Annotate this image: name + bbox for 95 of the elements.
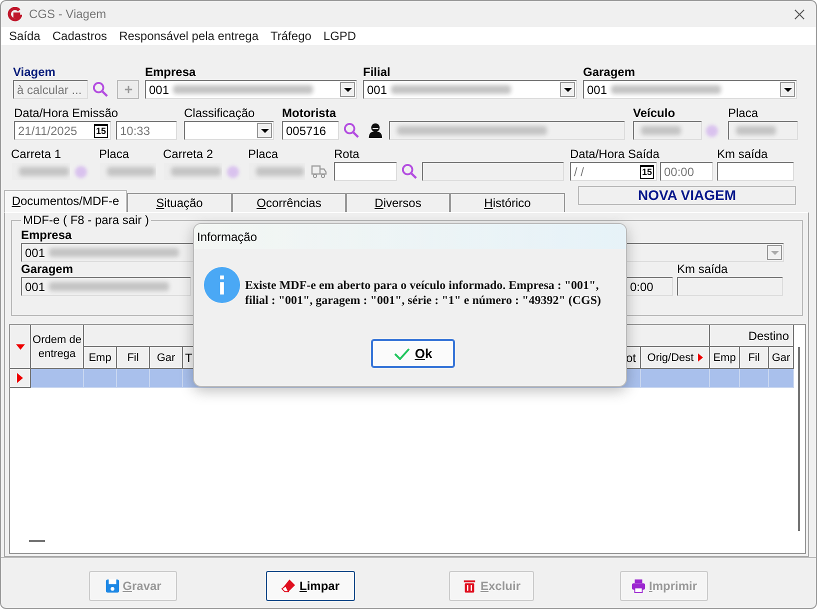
status-banner: NOVA VIAGEM: [578, 186, 796, 205]
column-header[interactable]: Fil: [117, 347, 150, 369]
field-label: Classificação: [184, 106, 255, 121]
trip-field[interactable]: à calcular ...: [13, 80, 88, 99]
blurred-text: [256, 167, 304, 176]
field-label: Motorista: [282, 106, 336, 121]
calendar-button[interactable]: 15: [94, 124, 108, 138]
checkmark-icon: [394, 348, 410, 360]
driver-field[interactable]: 005716: [282, 121, 339, 140]
field-label: Placa: [728, 106, 758, 121]
add-button[interactable]: [117, 80, 139, 99]
field-label: Data/Hora Emissão: [14, 106, 118, 121]
blurred-text: [736, 126, 776, 135]
field-label: Rota: [334, 147, 360, 162]
trash-icon: [462, 578, 478, 594]
info-icon: [203, 266, 241, 304]
field-label: Carreta 1: [11, 147, 62, 162]
route-field[interactable]: [334, 162, 397, 181]
column-header[interactable]: Fil: [740, 347, 769, 369]
km-field[interactable]: [717, 162, 794, 181]
eraser-icon: [281, 578, 296, 594]
blurred-search-icon[interactable]: [227, 166, 239, 178]
truck-icon[interactable]: [310, 163, 328, 179]
plus-icon: [124, 85, 132, 94]
close-icon[interactable]: [794, 8, 805, 20]
field-label: Filial: [363, 65, 390, 80]
search-icon[interactable]: [343, 122, 360, 139]
tab[interactable]: Situação: [127, 193, 232, 212]
classification-combo[interactable]: [184, 121, 274, 140]
table-cell[interactable]: [117, 369, 150, 388]
sort-down-icon[interactable]: [16, 344, 24, 350]
table-cell[interactable]: [150, 369, 183, 388]
column-header[interactable]: Gar: [769, 347, 794, 369]
date-field[interactable]: / / 15: [570, 162, 657, 181]
ok-button[interactable]: Ok: [371, 339, 455, 368]
person-icon[interactable]: [366, 122, 383, 139]
current-row-icon: [17, 373, 23, 383]
column-group-header: Destino: [710, 325, 794, 347]
blurred-text: [19, 167, 69, 176]
field-label: Placa: [248, 147, 278, 162]
table-cell[interactable]: [84, 369, 117, 388]
company-combo[interactable]: 001: [145, 80, 357, 99]
blurred-search-icon[interactable]: [706, 124, 718, 136]
field-label: Km saída: [677, 262, 728, 277]
blurred-search-icon[interactable]: [75, 166, 87, 178]
table-cell[interactable]: [710, 369, 740, 388]
blurred-text: [171, 167, 221, 176]
printer-icon: [630, 578, 646, 594]
arrow-right-icon: [698, 353, 703, 362]
time-field[interactable]: 00:00: [660, 162, 713, 181]
vehicle-field[interactable]: [633, 121, 702, 140]
tab[interactable]: Diversos: [346, 193, 450, 212]
column-header[interactable]: Emp: [710, 347, 740, 369]
table-cell[interactable]: [740, 369, 769, 388]
table-cell[interactable]: [641, 369, 710, 388]
time-field[interactable]: 10:33: [116, 121, 177, 140]
menu-item[interactable]: Responsável pela entrega: [113, 29, 264, 43]
column-header[interactable]: Ordem de entrega: [31, 325, 84, 369]
group-legend: MDF-e ( F8 - para sair ): [21, 213, 152, 227]
tab[interactable]: Ocorrências: [232, 193, 346, 212]
column-header[interactable]: Orig/Dest: [641, 347, 710, 369]
menu-item[interactable]: Cadastros: [46, 29, 114, 43]
branch-combo[interactable]: 001: [363, 80, 577, 99]
dialog-title: Informação: [197, 230, 258, 244]
column-header[interactable]: Emp: [84, 347, 117, 369]
field-label: Empresa: [21, 228, 72, 243]
tab[interactable]: Histórico: [450, 193, 565, 212]
table-cell[interactable]: [769, 369, 794, 388]
garage-combo[interactable]: 001: [583, 80, 797, 99]
calendar-button[interactable]: 15: [640, 165, 654, 179]
clear-button[interactable]: Limpar: [266, 571, 355, 601]
field-label: Km saída: [717, 147, 768, 162]
field-label: Empresa: [145, 65, 196, 80]
blurred-text: [107, 167, 155, 176]
menu-item[interactable]: Saída: [3, 29, 46, 43]
window-title: CGS - Viagem: [29, 7, 106, 21]
search-icon[interactable]: [401, 163, 418, 180]
app-logo-icon: [7, 6, 22, 22]
field-label: Garagem: [583, 65, 636, 80]
field-label: Placa: [99, 147, 130, 162]
blurred-text: [641, 126, 681, 135]
table-cell[interactable]: [31, 369, 84, 388]
menu-item[interactable]: Tráfego: [264, 29, 318, 43]
date-field[interactable]: 21/11/2025 15: [14, 121, 111, 140]
field-label: Garagem: [21, 262, 74, 277]
garage-field: 001: [21, 277, 191, 296]
column-header[interactable]: Gar: [150, 347, 183, 369]
field-label: Carreta 2: [163, 147, 214, 162]
search-icon[interactable]: [92, 81, 109, 98]
dialog-message: Existe MDF-e em aberto para o veículo informado. Empresa : "001", filial : "001", garagem : "001", série : "1" e número : "49392" (CGS): [245, 278, 602, 308]
field-label: Veículo: [633, 106, 676, 121]
tab[interactable]: Documentos/MDF-e: [4, 190, 127, 212]
field-label: Data/Hora Saída: [570, 147, 660, 162]
menu-item[interactable]: LGPD: [317, 29, 362, 43]
field-label: Viagem: [13, 65, 56, 80]
